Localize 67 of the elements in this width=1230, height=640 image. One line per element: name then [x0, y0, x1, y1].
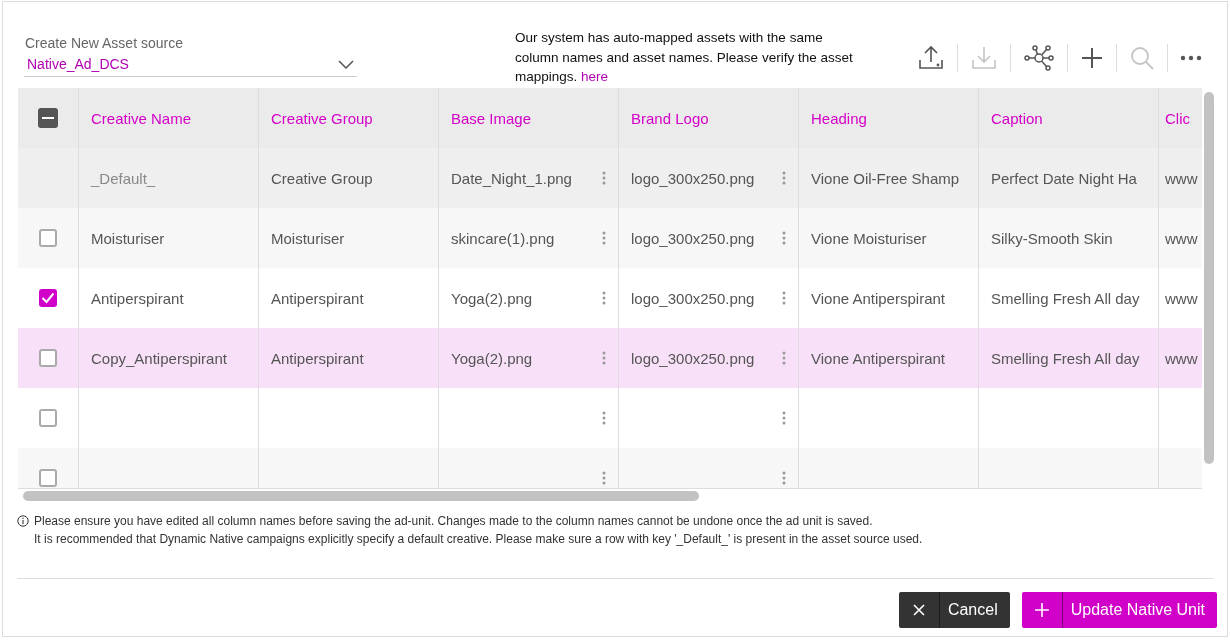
table-cell: Vione Moisturiser: [811, 229, 927, 247]
column-header[interactable]: Base Image: [451, 109, 532, 127]
kebab-icon[interactable]: [782, 411, 786, 425]
chevron-down-icon: [338, 59, 354, 69]
table-cell: Smelling Fresh All day: [991, 289, 1140, 307]
column-header[interactable]: Creative Name: [91, 109, 192, 127]
table-cell: www: [1165, 289, 1198, 307]
table-cell: Vione Oil-Free Shamp: [811, 169, 960, 187]
table-cell: Vione Antiperspirant: [811, 349, 945, 367]
table-cell: Yoga(2).png: [451, 349, 533, 367]
field-label: Create New Asset source: [24, 35, 184, 51]
table-cell: www: [1165, 229, 1198, 247]
table-cell: Moisturiser: [271, 229, 345, 247]
info-message: Our system has auto-mapped assets with the same column names and asset names. Please verify the asset mappings. here: [515, 29, 853, 86]
table-cell: Copy_Antiperspirant: [91, 349, 227, 367]
kebab-icon[interactable]: [782, 291, 786, 305]
kebab-icon[interactable]: [602, 411, 606, 425]
table-cell: Antiperspirant: [91, 289, 184, 307]
note-text: It is recommended that Dynamic Native campaigns explicitly specify a default creative. Please make sure a row with key '_Default_' is present in the asset source used.: [34, 531, 923, 548]
vertical-scrollbar[interactable]: [1204, 92, 1214, 464]
horizontal-scrollbar[interactable]: [23, 491, 699, 501]
update-button[interactable]: Update Native Unit: [1021, 592, 1217, 628]
kebab-icon[interactable]: [782, 171, 786, 185]
table-cell: Perfect Date Night Ha: [991, 169, 1137, 187]
table-cell: logo_300x250.png: [631, 169, 755, 187]
row-checkbox[interactable]: [39, 469, 57, 487]
table-cell: logo_300x250.png: [631, 289, 755, 307]
table-cell: logo_300x250.png: [631, 229, 755, 247]
table-cell: Date_Night_1.png: [451, 169, 572, 187]
kebab-icon[interactable]: [602, 351, 606, 365]
table-cell: logo_300x250.png: [631, 349, 755, 367]
row-checkbox[interactable]: [39, 289, 57, 307]
column-header[interactable]: Caption: [991, 109, 1043, 127]
kebab-icon[interactable]: [602, 291, 606, 305]
kebab-icon[interactable]: [782, 471, 786, 485]
table-cell: Yoga(2).png: [451, 289, 533, 307]
table-cell: skincare(1).png: [451, 229, 555, 247]
row-checkbox[interactable]: [39, 409, 57, 427]
table-cell: Creative Group: [271, 169, 373, 187]
kebab-icon[interactable]: [602, 471, 606, 485]
table-cell: www: [1165, 349, 1198, 367]
row-checkbox[interactable]: [39, 349, 57, 367]
asset-source-dropdown[interactable]: Native_Ad_DCS: [24, 51, 357, 77]
table-cell: Vione Antiperspirant: [811, 289, 945, 307]
select-all-checkbox[interactable]: [38, 108, 58, 128]
table-cell: Silky-Smooth Skin: [991, 229, 1113, 247]
close-icon: [912, 604, 925, 616]
table-cell: _Default_: [91, 169, 156, 187]
cancel-button[interactable]: Cancel: [898, 592, 1010, 628]
info-icon: [17, 515, 29, 527]
table-cell: Antiperspirant: [271, 349, 364, 367]
column-header[interactable]: Brand Logo: [631, 109, 709, 127]
column-header[interactable]: Creative Group: [271, 109, 373, 127]
kebab-icon[interactable]: [602, 171, 606, 185]
table-cell: www: [1165, 169, 1198, 187]
here-link[interactable]: here: [581, 69, 609, 84]
row-checkbox[interactable]: [39, 229, 57, 247]
note-text: Please ensure you have edited all column names before saving the ad-unit. Changes made to the column names cannot be undone once the ad unit is saved.: [34, 513, 873, 530]
kebab-icon[interactable]: [782, 231, 786, 245]
plus-icon: [1033, 602, 1050, 618]
table-cell: Moisturiser: [91, 229, 165, 247]
column-header[interactable]: Clic: [1165, 109, 1190, 127]
column-header[interactable]: Heading: [811, 109, 867, 127]
table-cell: Antiperspirant: [271, 289, 364, 307]
kebab-icon[interactable]: [602, 231, 606, 245]
kebab-icon[interactable]: [782, 351, 786, 365]
table-cell: Smelling Fresh All day: [991, 349, 1140, 367]
